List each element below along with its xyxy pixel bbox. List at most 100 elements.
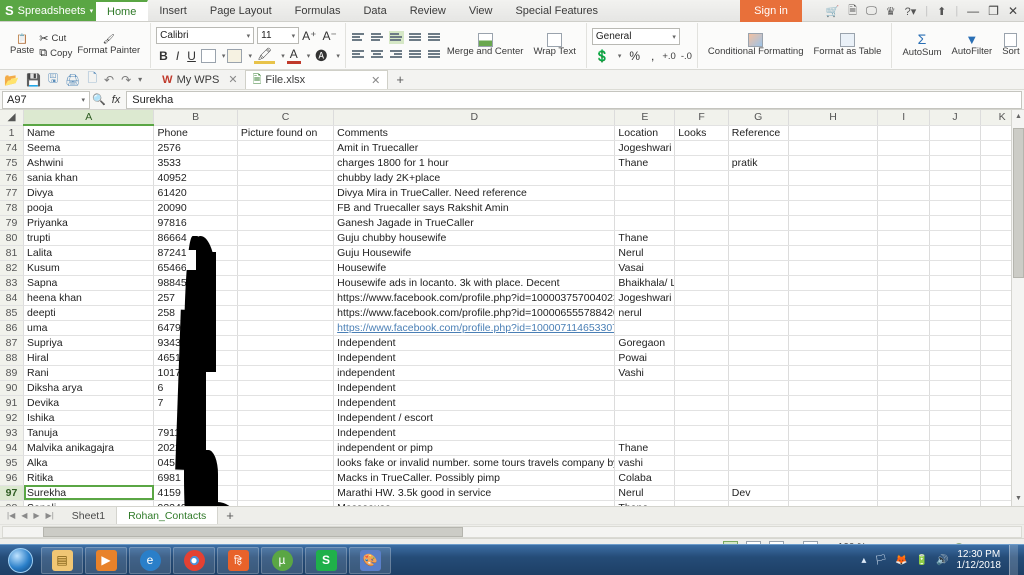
chevron-down-icon[interactable]: ▾: [672, 33, 676, 41]
cell-comments[interactable]: Masseause: [333, 500, 616, 506]
print-icon[interactable]: 🖨: [65, 73, 80, 87]
cell-name[interactable]: Malvika anikagajra: [23, 440, 155, 456]
cell-name[interactable]: Divya: [23, 185, 155, 201]
cell-reference[interactable]: pratik: [728, 155, 789, 171]
cell-name[interactable]: sania khan: [23, 170, 155, 186]
cell-comments[interactable]: Marathi HW. 3.5k good in service: [333, 485, 616, 501]
cell-i[interactable]: [877, 305, 930, 321]
taskbar-item-chrome[interactable]: ●: [173, 546, 215, 574]
cell-phone[interactable]: [153, 410, 238, 426]
cell-name[interactable]: deepti: [23, 305, 155, 321]
bold-button[interactable]: B: [156, 49, 171, 63]
font-size-select[interactable]: 11 ▾: [257, 27, 300, 44]
align-middle-button[interactable]: [370, 31, 385, 44]
currency-icon[interactable]: 💲: [592, 49, 613, 63]
cell-phone[interactable]: 3533: [153, 155, 238, 171]
cell-comments[interactable]: Macks in TrueCaller. Possibly pimp: [333, 470, 616, 486]
cell-name[interactable]: Diksha arya: [23, 380, 155, 396]
horizontal-scrollbar[interactable]: [2, 525, 1022, 538]
cell-comments[interactable]: https://www.facebook.com/profile.php?id=…: [333, 320, 616, 336]
cell-j[interactable]: [929, 380, 982, 396]
format-painter-button[interactable]: 🖌 Format Painter: [72, 34, 145, 56]
cell-looks[interactable]: [674, 170, 729, 186]
cell-reference[interactable]: [728, 275, 789, 291]
taskbar-item-explorer[interactable]: ▤: [41, 546, 83, 574]
row-header-97[interactable]: 97: [0, 485, 25, 501]
cell-location[interactable]: Thane: [614, 230, 676, 246]
cell-i[interactable]: [877, 365, 930, 381]
row-header-84[interactable]: 84: [0, 290, 25, 306]
cell-h[interactable]: [788, 365, 879, 381]
cell-j[interactable]: [929, 305, 982, 321]
row-header-90[interactable]: 90: [0, 380, 25, 396]
cell-phone[interactable]: 9343: [153, 335, 238, 351]
cell-location[interactable]: [614, 380, 676, 396]
row-header-80[interactable]: 80: [0, 230, 25, 246]
cell-name[interactable]: Sonali: [23, 500, 155, 506]
table-row[interactable]: 85 deepti 258 https://www.facebook.com/prof…: [0, 305, 1024, 321]
row-header-79[interactable]: 79: [0, 215, 25, 231]
cell-i[interactable]: [877, 335, 930, 351]
chevron-down-icon[interactable]: ▾: [248, 52, 252, 60]
cell-looks[interactable]: [674, 500, 729, 506]
cell-j[interactable]: [929, 455, 982, 471]
column-header-a[interactable]: A: [23, 110, 155, 126]
cell-picture-found-on[interactable]: [237, 200, 335, 216]
taskbar-item-internet-explorer[interactable]: e: [129, 546, 171, 574]
align-top-button[interactable]: [351, 31, 366, 44]
cell-comments[interactable]: charges 1800 for 1 hour: [333, 155, 616, 171]
cell-j[interactable]: [929, 335, 982, 351]
column-header-j[interactable]: J: [929, 110, 982, 126]
cell-h[interactable]: [788, 305, 879, 321]
cell-phone[interactable]: 97816: [153, 215, 238, 231]
cell-i[interactable]: [877, 350, 930, 366]
row-header-78[interactable]: 78: [0, 200, 25, 216]
sheet-tab-sheet1[interactable]: Sheet1: [61, 507, 116, 524]
cell-name[interactable]: Devika: [23, 395, 155, 411]
row-header-91[interactable]: 91: [0, 395, 25, 411]
cell-j[interactable]: [929, 500, 982, 506]
cell-phone[interactable]: 79118: [153, 425, 238, 441]
app-menu-button[interactable]: S Spreadsheets ▾: [0, 0, 96, 21]
cell-name[interactable]: Rani: [23, 365, 155, 381]
cell-h[interactable]: [788, 470, 879, 486]
cell-looks[interactable]: [674, 410, 729, 426]
table-row[interactable]: 76 sania khan 40952 chubby lady 2K+place: [0, 170, 1024, 186]
autofilter-button[interactable]: ▼ AutoFilter: [947, 32, 998, 58]
cell-phone[interactable]: 257: [153, 290, 238, 306]
cell-j[interactable]: [929, 215, 982, 231]
cell-h[interactable]: [788, 455, 879, 471]
cell-reference[interactable]: [728, 350, 789, 366]
cell-location[interactable]: [614, 410, 676, 426]
cell-looks[interactable]: [674, 440, 729, 456]
volume-icon[interactable]: 🔊: [936, 555, 948, 566]
battery-icon[interactable]: 🔋: [916, 555, 928, 566]
taskbar-item-hindi-app[interactable]: हि: [217, 546, 259, 574]
save-icon[interactable]: 💾: [26, 73, 41, 87]
table-row[interactable]: 93 Tanuja 79118 Independent: [0, 425, 1024, 441]
column-header-h[interactable]: H: [788, 110, 879, 126]
cell-picture-found-on[interactable]: [237, 500, 335, 506]
cell-looks[interactable]: [674, 155, 729, 171]
select-all-corner[interactable]: ◢: [0, 110, 25, 126]
cell-picture-found-on[interactable]: [237, 485, 335, 501]
cell-location[interactable]: Goregaon: [614, 335, 676, 351]
underline-button[interactable]: U: [184, 49, 199, 63]
decrease-decimal-button[interactable]: -.0: [681, 51, 692, 62]
new-document-button[interactable]: +: [388, 72, 412, 87]
cell-comments[interactable]: Housewife: [333, 260, 616, 276]
row-header-85[interactable]: 85: [0, 305, 25, 321]
cell-comments[interactable]: Independent: [333, 335, 616, 351]
row-header-77[interactable]: 77: [0, 185, 25, 201]
cell-phone[interactable]: 40952: [153, 170, 238, 186]
close-button[interactable]: ✕: [1008, 4, 1018, 18]
cell-i[interactable]: [877, 470, 930, 486]
cell-location[interactable]: Jogeshwari: [614, 290, 676, 306]
cell-looks[interactable]: [674, 380, 729, 396]
cell-h[interactable]: [788, 170, 879, 186]
taskbar-clock[interactable]: 12:30 PM 1/12/2018: [957, 549, 1002, 572]
cell-j[interactable]: [929, 320, 982, 336]
cell-phone[interactable]: 4159: [153, 485, 238, 501]
align-left-button[interactable]: [351, 48, 366, 61]
cell-reference[interactable]: [728, 365, 789, 381]
